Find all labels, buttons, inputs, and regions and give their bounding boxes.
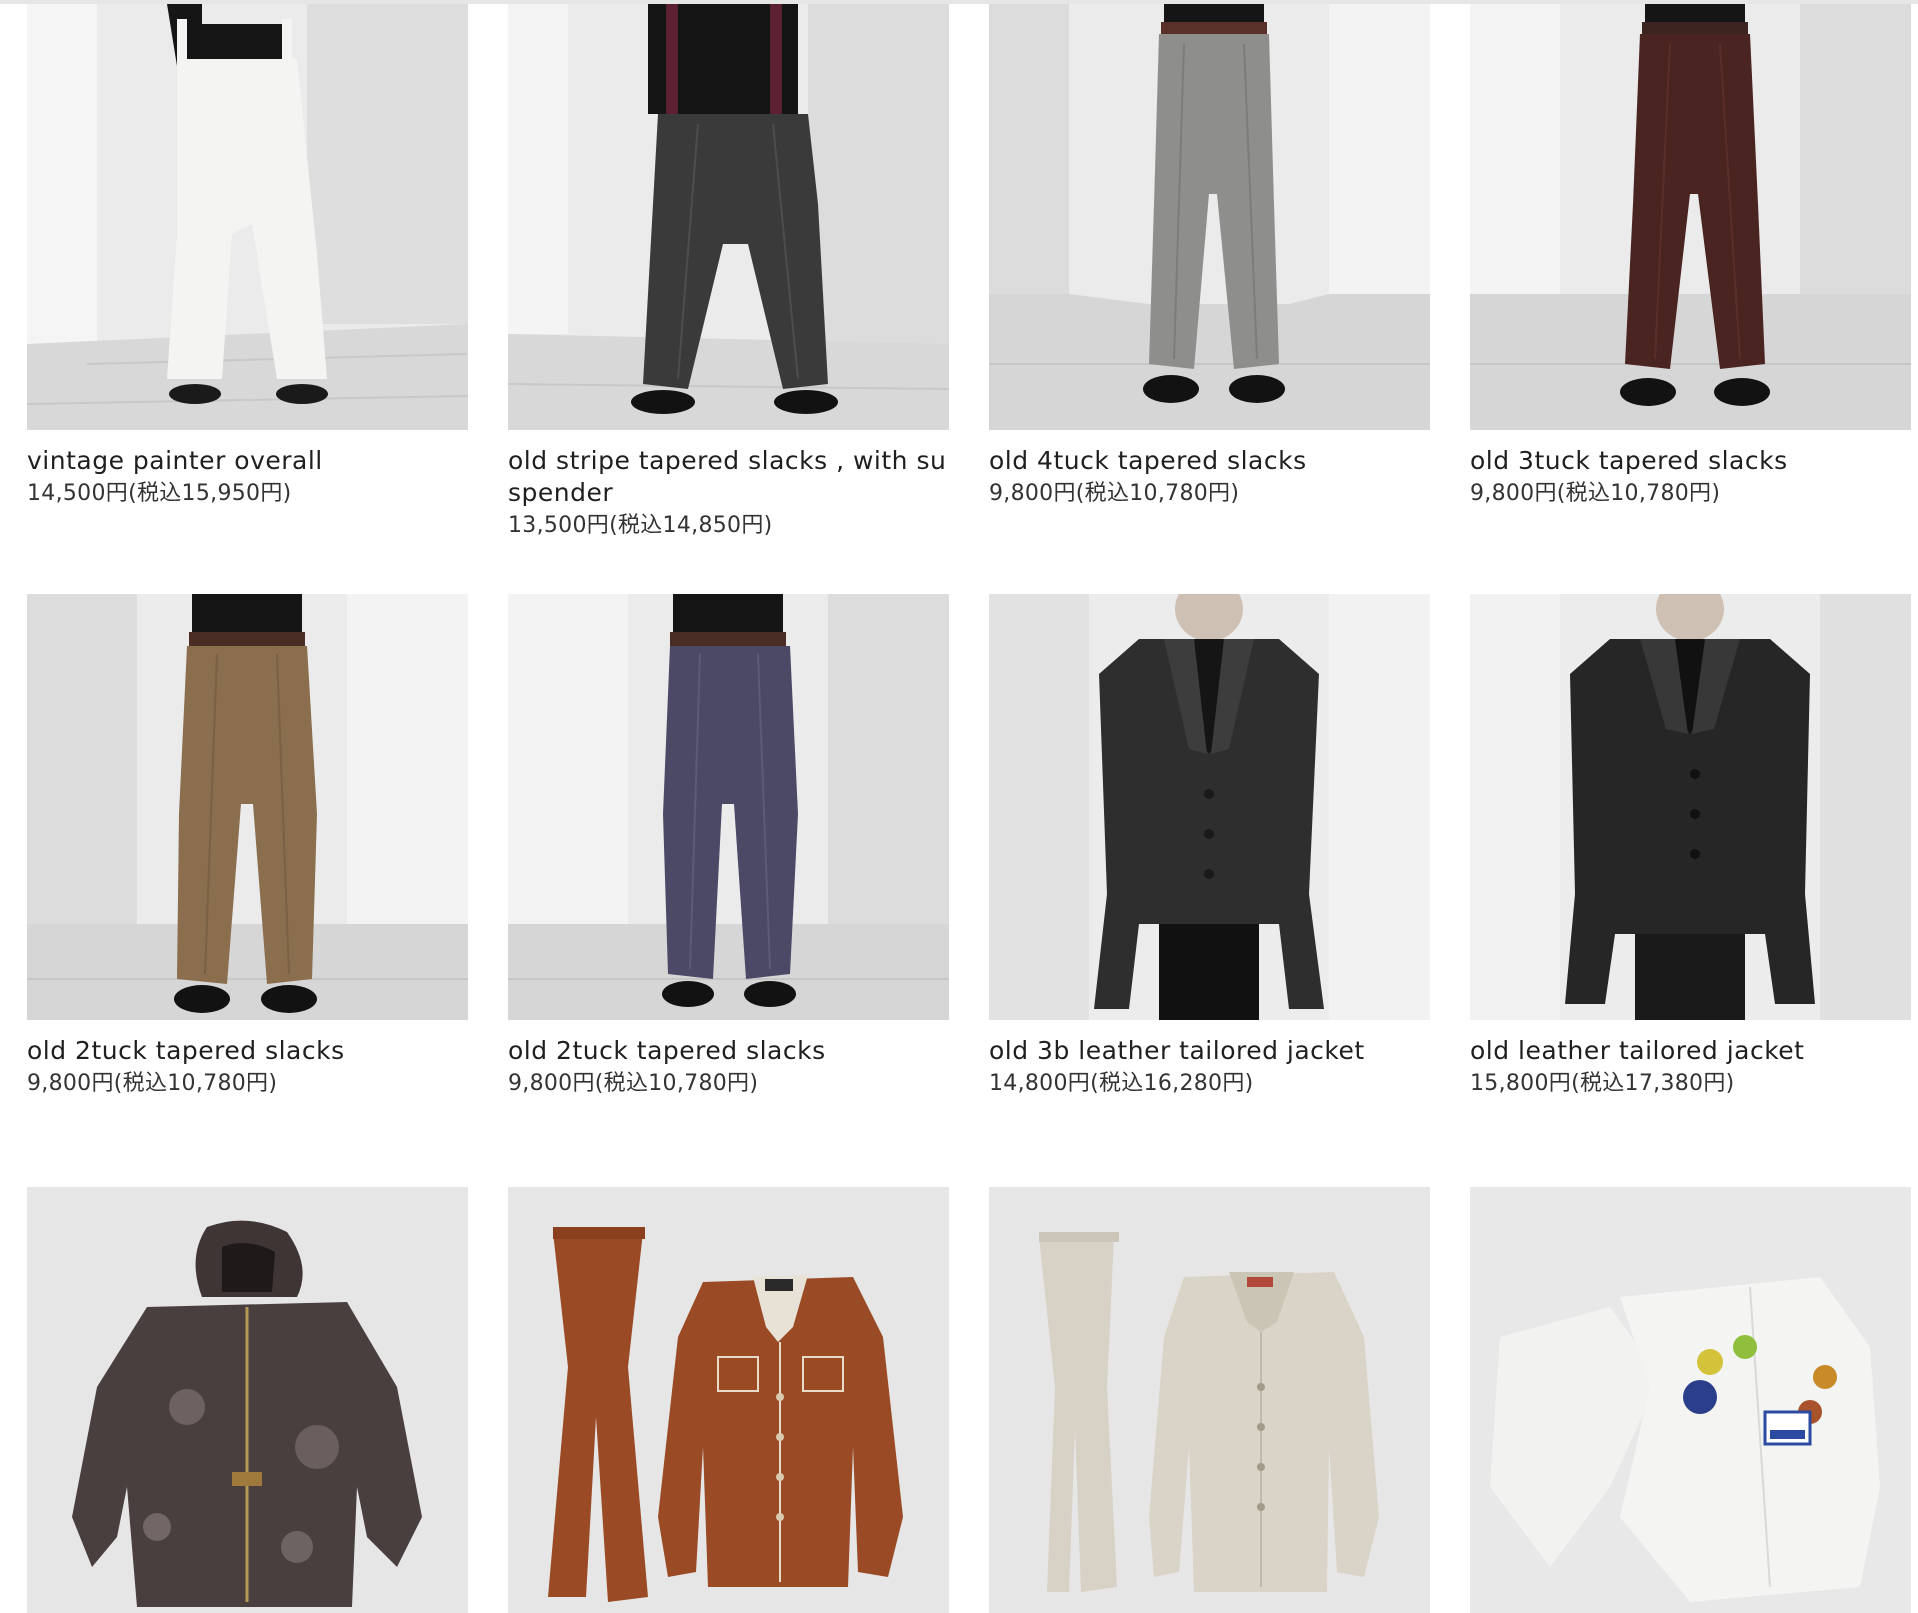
product-image-4tuck-slacks[interactable]: [989, 4, 1430, 430]
product-price: 9,800円(税込10,780円): [1470, 481, 1721, 506]
product-card[interactable]: old 4tuck tapered slacks 9,800円(税込10,780…: [989, 4, 1430, 594]
product-card[interactable]: old 2tuck tapered slacks 9,800円(税込10,780…: [508, 594, 949, 1187]
product-card[interactable]: old 3b leather tailored jacket 14,800円(税…: [989, 594, 1430, 1187]
product-image-stripe-slacks[interactable]: [508, 4, 949, 430]
product-image-3tuck-slacks[interactable]: [1470, 4, 1911, 430]
product-image-painter-overall[interactable]: [27, 4, 468, 430]
product-card[interactable]: [1470, 1187, 1911, 1613]
product-card[interactable]: [989, 1187, 1430, 1613]
product-image-beige-setup[interactable]: [989, 1187, 1430, 1613]
product-image-3b-leather-jacket[interactable]: [989, 594, 1430, 1020]
product-title[interactable]: old 3b leather tailored jacket: [989, 1035, 1430, 1067]
product-card[interactable]: old leather tailored jacket 15,800円(税込17…: [1470, 594, 1911, 1187]
product-image-hooded-jacket[interactable]: [27, 1187, 468, 1613]
product-image-white-setup[interactable]: [1470, 1187, 1911, 1613]
product-grid: vintage painter overall 14,500円(税込15,950…: [27, 4, 1918, 1613]
product-card[interactable]: old stripe tapered slacks , with suspend…: [508, 4, 949, 594]
product-price: 14,500円(税込15,950円): [27, 481, 292, 506]
product-title[interactable]: old leather tailored jacket: [1470, 1035, 1911, 1067]
product-image-2tuck-slacks-khaki[interactable]: [27, 594, 468, 1020]
product-image-rust-setup[interactable]: [508, 1187, 949, 1613]
product-title[interactable]: vintage painter overall: [27, 445, 468, 477]
product-title[interactable]: old 2tuck tapered slacks: [508, 1035, 949, 1067]
product-card[interactable]: vintage painter overall 14,500円(税込15,950…: [27, 4, 468, 594]
product-card[interactable]: old 3tuck tapered slacks 9,800円(税込10,780…: [1470, 4, 1911, 594]
product-card[interactable]: [508, 1187, 949, 1613]
product-title[interactable]: old 2tuck tapered slacks: [27, 1035, 468, 1067]
product-card[interactable]: [27, 1187, 468, 1613]
product-image-2tuck-slacks-navy[interactable]: [508, 594, 949, 1020]
product-price: 15,800円(税込17,380円): [1470, 1071, 1735, 1096]
product-card[interactable]: old 2tuck tapered slacks 9,800円(税込10,780…: [27, 594, 468, 1187]
product-title[interactable]: old 3tuck tapered slacks: [1470, 445, 1911, 477]
product-title[interactable]: old 4tuck tapered slacks: [989, 445, 1430, 477]
product-price: 13,500円(税込14,850円): [508, 513, 773, 538]
product-image-leather-jacket[interactable]: [1470, 594, 1911, 1020]
product-price: 9,800円(税込10,780円): [508, 1071, 759, 1096]
product-price: 9,800円(税込10,780円): [989, 481, 1240, 506]
product-price: 9,800円(税込10,780円): [27, 1071, 278, 1096]
product-title[interactable]: old stripe tapered slacks , with suspend…: [508, 445, 949, 509]
product-price: 14,800円(税込16,280円): [989, 1071, 1254, 1096]
